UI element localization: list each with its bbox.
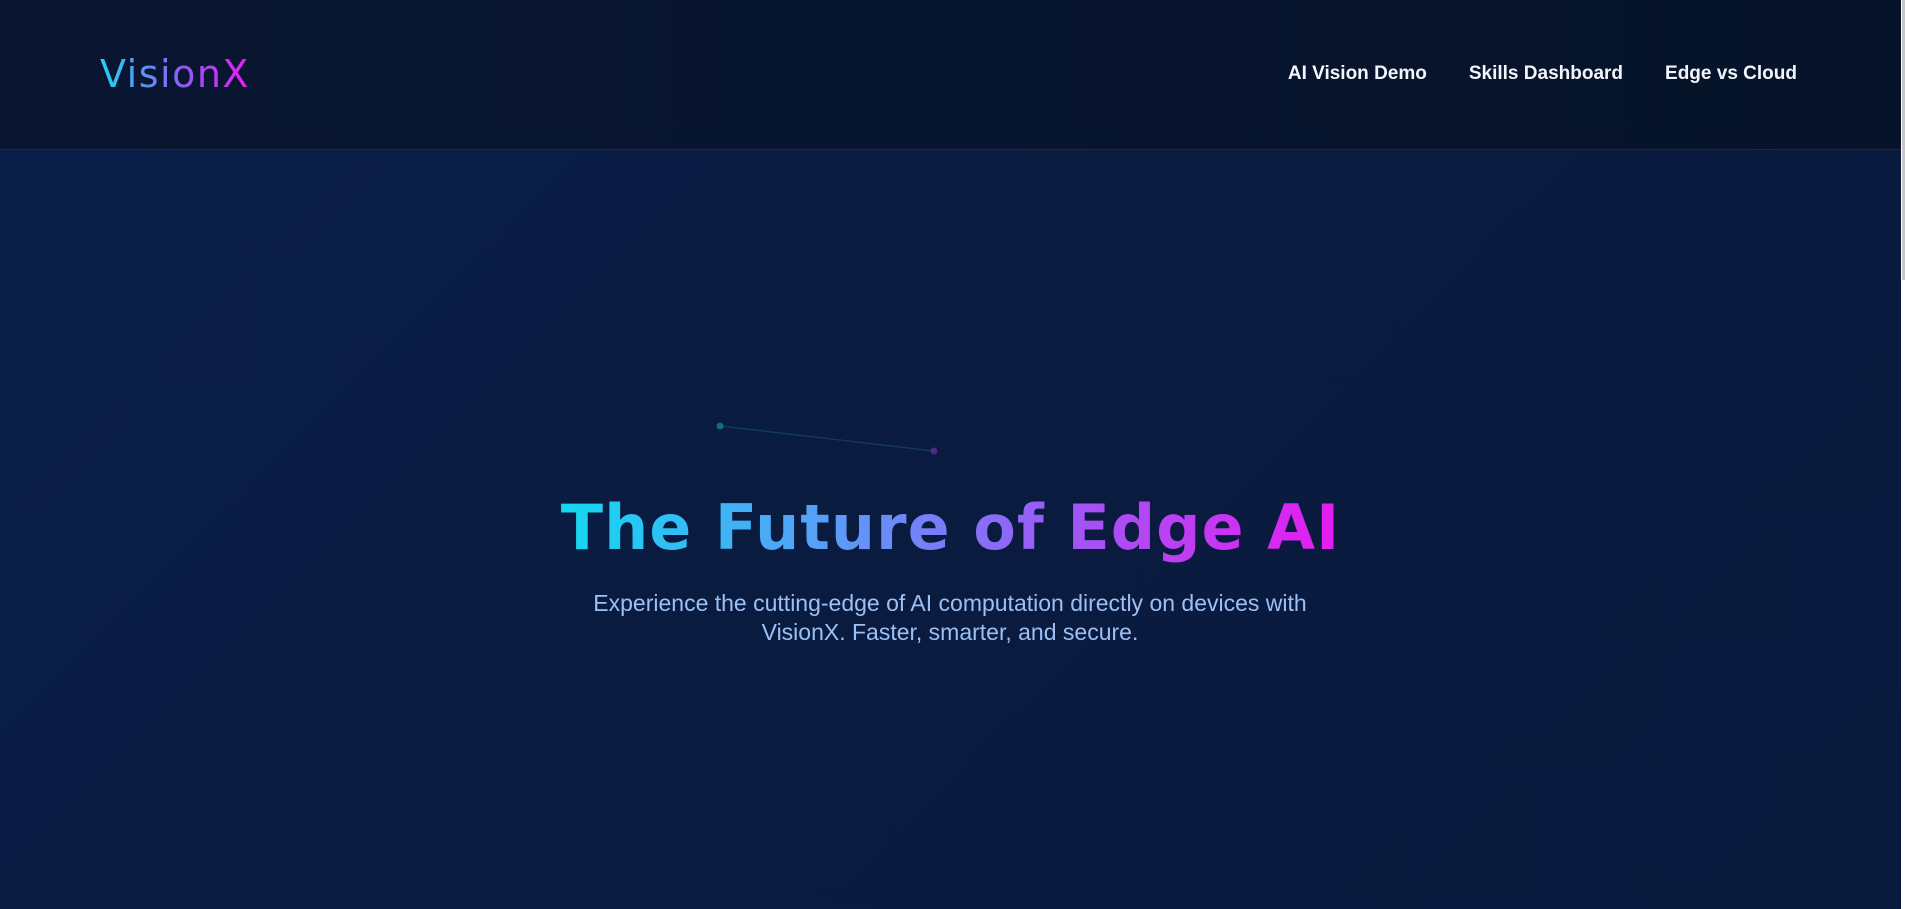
vertical-scrollbar[interactable] (1901, 0, 1905, 909)
nav-link-ai-vision-demo[interactable]: AI Vision Demo (1288, 60, 1427, 88)
top-navigation-bar: VisionX AI Vision Demo Skills Dashboard … (0, 0, 1901, 149)
hero-title-text: The Future of Edge AI (560, 491, 1341, 564)
hero-title: The Future of Edge AI (0, 490, 1901, 566)
nav-link-skills-dashboard[interactable]: Skills Dashboard (1469, 60, 1623, 88)
visionx-logo[interactable]: VisionX (100, 52, 250, 96)
page: VisionX AI Vision Demo Skills Dashboard … (0, 0, 1905, 909)
viewport: VisionX AI Vision Demo Skills Dashboard … (0, 0, 1901, 909)
particle-dot-magenta (930, 447, 938, 455)
particle-link (719, 425, 935, 452)
nav-link-edge-vs-cloud[interactable]: Edge vs Cloud (1665, 60, 1797, 88)
main-nav: AI Vision Demo Skills Dashboard Edge vs … (1288, 60, 1797, 88)
hero-subtitle: Experience the cutting-edge of AI comput… (593, 590, 1307, 645)
particle-dot-cyan (716, 422, 724, 430)
